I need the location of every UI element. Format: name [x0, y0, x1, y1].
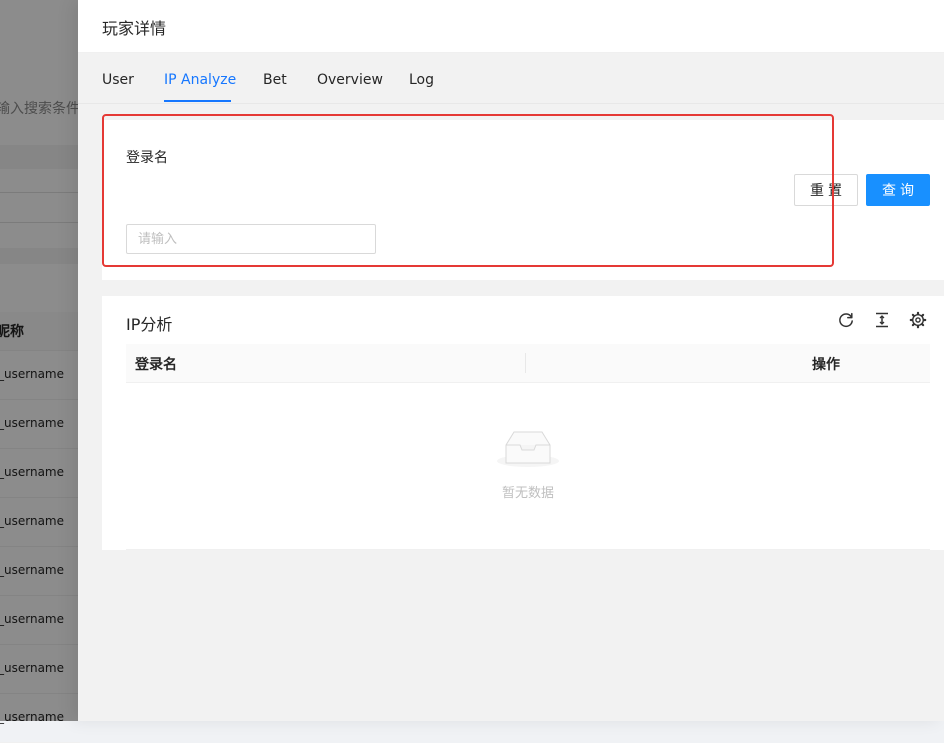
drawer-title: 玩家详情 — [102, 19, 167, 38]
tab-overview[interactable]: Overview — [317, 72, 383, 88]
empty-state: 暂无数据 — [126, 382, 930, 550]
player-detail-drawer: 玩家详情 User IP Analyze Bet Overview Log 登录… — [78, 0, 944, 721]
search-form-card: 登录名 重置 查询 — [102, 120, 944, 280]
login-name-label: 登录名 — [126, 150, 168, 166]
drawer-header: 玩家详情 — [78, 0, 944, 53]
reload-icon[interactable] — [837, 311, 855, 329]
tab-user[interactable]: User — [102, 72, 134, 88]
tab-ip-analyze[interactable]: IP Analyze — [164, 72, 236, 88]
density-icon[interactable] — [873, 311, 891, 329]
table-title: IP分析 — [126, 315, 173, 334]
query-button[interactable]: 查询 — [866, 174, 930, 206]
table-header: 登录名 操作 — [126, 344, 930, 383]
settings-icon[interactable] — [909, 311, 927, 329]
column-actions: 操作 — [812, 357, 840, 373]
empty-text: 暂无数据 — [501, 486, 554, 501]
tab-bet[interactable]: Bet — [263, 72, 287, 88]
ip-analysis-table-card: IP分析 登录名 操作 暂无数据 — [102, 296, 944, 550]
empty-inbox-icon — [496, 426, 560, 474]
column-divider — [525, 353, 526, 373]
column-login-name: 登录名 — [135, 357, 177, 373]
tab-bar: User IP Analyze Bet Overview Log — [78, 53, 944, 104]
active-tab-indicator — [164, 100, 231, 102]
reset-button[interactable]: 重置 — [794, 174, 858, 206]
login-name-input[interactable] — [126, 224, 376, 254]
tab-log[interactable]: Log — [409, 72, 434, 88]
